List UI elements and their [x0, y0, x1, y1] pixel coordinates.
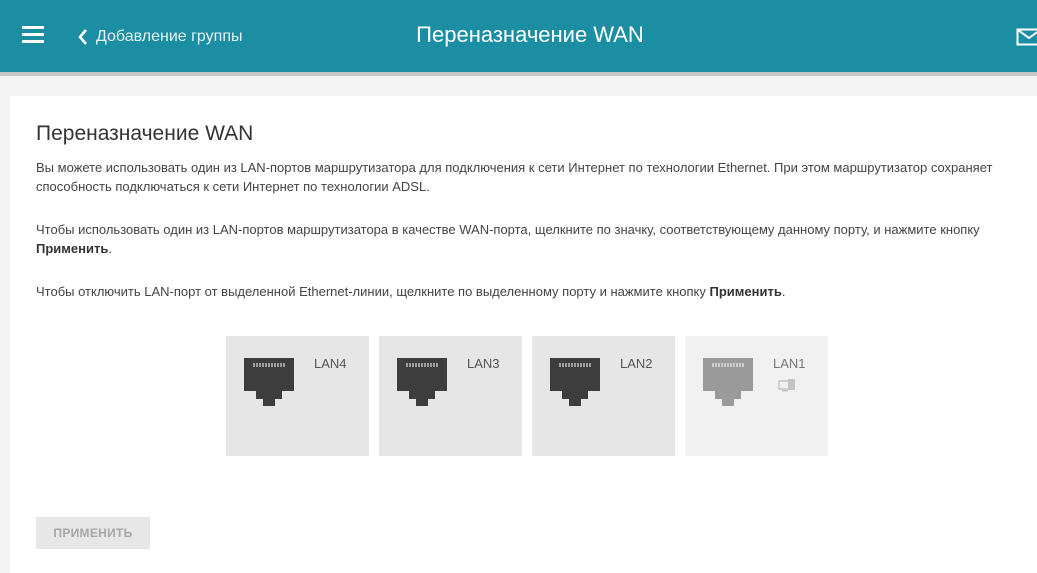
ethernet-port-icon: [244, 358, 294, 406]
instruction-bold: Применить: [36, 241, 109, 256]
computer-icon: [778, 379, 795, 392]
chevron-left-icon: [78, 29, 87, 45]
instruction-end: .: [108, 241, 112, 256]
port-lan2[interactable]: LAN2: [532, 336, 675, 456]
instruction-text: Чтобы использовать один из LAN-портов ма…: [36, 222, 980, 237]
ethernet-port-icon: [703, 358, 753, 406]
disable-text: Чтобы отключить LAN-порт от выделенной E…: [36, 284, 710, 299]
instruction-paragraph: Чтобы использовать один из LAN-портов ма…: [36, 220, 1026, 258]
port-lan3[interactable]: LAN3: [379, 336, 522, 456]
disable-end: .: [781, 284, 786, 299]
mail-icon[interactable]: [1016, 28, 1037, 46]
port-lan4[interactable]: LAN4: [226, 336, 369, 456]
ethernet-port-icon: [550, 358, 600, 406]
back-link[interactable]: Добавление группы: [78, 25, 242, 49]
page-title: Переназначение WAN: [416, 22, 644, 47]
disable-bold: Применить: [709, 284, 782, 299]
ethernet-port-icon: [397, 358, 447, 406]
port-label: LAN4: [314, 356, 347, 371]
top-bar: Добавление группы Переназначение WAN: [0, 0, 1037, 76]
apply-button[interactable]: ПРИМЕНИТЬ: [36, 517, 150, 549]
port-label: LAN3: [467, 356, 500, 371]
section-heading: Переназначение WAN: [36, 122, 254, 145]
description-paragraph: Вы можете использовать один из LAN-порто…: [36, 160, 993, 194]
port-label: LAN2: [620, 356, 653, 371]
port-selector: LAN4 LAN3 LAN2 LAN1: [226, 336, 828, 456]
back-link-label: Добавление группы: [96, 28, 243, 45]
menu-icon[interactable]: [22, 26, 44, 44]
disable-paragraph: Чтобы отключить LAN-порт от выделенной E…: [36, 282, 1026, 301]
port-label: LAN1: [773, 356, 806, 371]
content-panel: Переназначение WAN Вы можете использоват…: [10, 96, 1037, 573]
port-lan1[interactable]: LAN1: [685, 336, 828, 456]
